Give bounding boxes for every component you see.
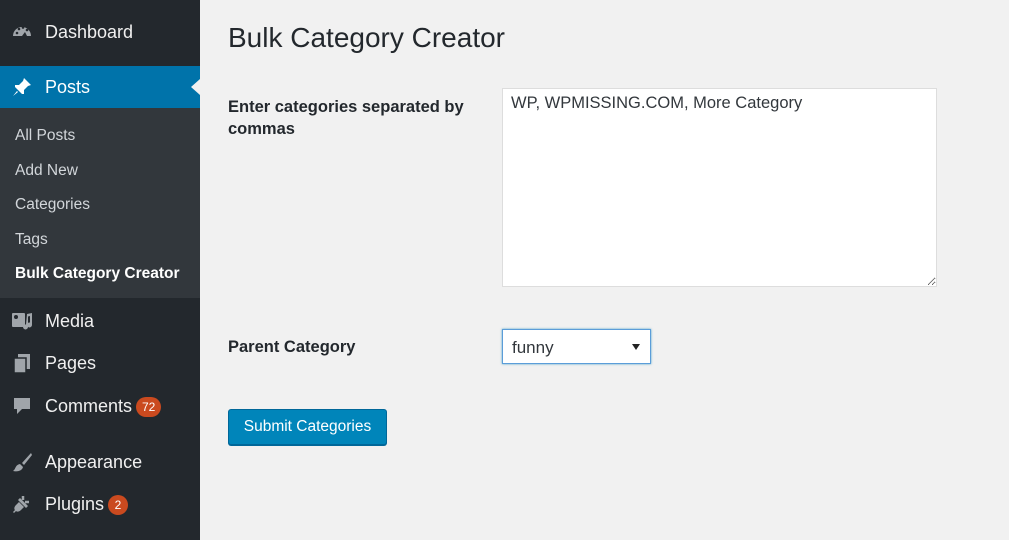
submenu-item-all-posts[interactable]: All Posts	[15, 127, 75, 145]
menu-item-pages[interactable]: Pages	[0, 342, 200, 384]
menu-item-plugins[interactable]: Plugins 2	[0, 483, 200, 525]
menu-item-posts[interactable]: Posts	[0, 66, 200, 108]
submenu-item-categories[interactable]: Categories	[15, 196, 90, 214]
parent-category-select[interactable]: funny	[502, 329, 651, 364]
comments-count-badge: 72	[136, 397, 162, 417]
menu-label-appearance: Appearance	[45, 452, 143, 472]
categories-textarea[interactable]: WP, WPMISSING.COM, More Category	[502, 88, 937, 287]
plugins-update-badge: 2	[108, 495, 128, 515]
comment-icon	[11, 395, 33, 417]
plugin-icon	[11, 493, 33, 515]
pin-icon	[11, 76, 33, 98]
menu-label-dashboard: Dashboard	[45, 22, 134, 42]
menu-item-appearance[interactable]: Appearance	[0, 441, 200, 483]
pages-icon	[11, 352, 33, 374]
submenu-item-bulk-category-creator[interactable]: Bulk Category Creator	[15, 265, 180, 283]
menu-label-posts: Posts	[45, 77, 91, 97]
menu-label-media: Media	[45, 311, 95, 331]
menu-label-plugins: Plugins	[45, 494, 105, 514]
menu-item-media[interactable]: Media	[0, 300, 200, 342]
parent-category-label: Parent Category	[228, 338, 356, 356]
menu-label-comments: Comments	[45, 396, 133, 416]
wp-admin-screen: Dashboard Posts All Posts Add New Catego…	[0, 0, 1009, 540]
submenu-item-tags[interactable]: Tags	[15, 231, 48, 249]
submenu-item-add-new[interactable]: Add New	[15, 162, 78, 180]
posts-submenu: All Posts Add New Categories Tags Bulk C…	[0, 108, 200, 298]
page-title: Bulk Category Creator	[228, 22, 506, 53]
admin-sidebar: Dashboard Posts All Posts Add New Catego…	[0, 0, 200, 540]
menu-item-dashboard[interactable]: Dashboard	[0, 11, 200, 53]
media-icon	[11, 310, 33, 332]
parent-category-value: funny	[512, 338, 554, 357]
menu-item-comments[interactable]: Comments 72	[0, 385, 200, 427]
dashboard-icon	[11, 21, 33, 43]
menu-label-pages: Pages	[45, 353, 97, 373]
main-content: Bulk Category Creator Enter categories s…	[200, 0, 1009, 540]
chevron-down-icon	[632, 344, 640, 350]
categories-label: Enter categories separated by commas	[228, 98, 464, 138]
submit-categories-button[interactable]: Submit Categories	[228, 409, 387, 445]
brush-icon	[11, 451, 33, 473]
